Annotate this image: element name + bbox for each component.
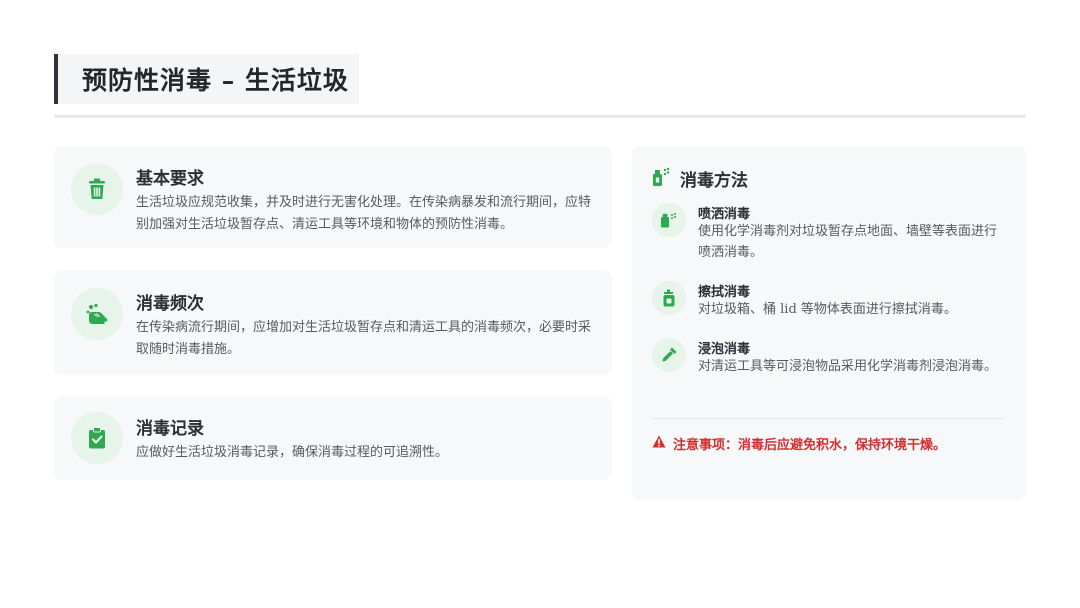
method-spray: 喷洒消毒 使用化学消毒剂对垃圾暂存点地面、墙壁等表面进行喷洒消毒。 — [652, 203, 1012, 263]
card-title: 消毒频次 — [136, 294, 204, 314]
warning-icon — [652, 435, 673, 452]
method-body: 对清运工具等可浸泡物品采用化学消毒剂浸泡消毒。 — [698, 359, 998, 374]
card-body: 生活垃圾应规范收集，并及时进行无害化处理。在传染病暴发和流行期间，应特别加强对生… — [136, 195, 592, 232]
card-body: 应做好生活垃圾消毒记录，确保消毒过程的可追溯性。 — [136, 445, 449, 460]
card-title: 基本要求 — [136, 169, 204, 189]
spray-can-icon — [652, 203, 686, 237]
method-title: 浸泡消毒 — [698, 342, 751, 357]
page-title: 预防性消毒 – 生活垃圾 — [82, 66, 349, 95]
method-body: 对垃圾箱、桶 lid 等物体表面进行擦拭消毒。 — [698, 302, 957, 317]
trash-icon — [71, 163, 123, 215]
method-title: 喷洒消毒 — [698, 207, 751, 222]
hands-wash-icon — [71, 288, 123, 340]
notice-text: 注意事项：消毒后应避免积水，保持环境干燥。 — [673, 438, 947, 453]
card-basic-requirements: 基本要求 生活垃圾应规范收集，并及时进行无害化处理。在传染病暴发和流行期间，应特… — [54, 146, 612, 248]
eyedropper-icon — [652, 338, 686, 372]
page-title-block: 预防性消毒 – 生活垃圾 — [54, 54, 359, 104]
method-soak: 浸泡消毒 对清运工具等可浸泡物品采用化学消毒剂浸泡消毒。 — [652, 338, 1012, 378]
method-wipe: 擦拭消毒 对垃圾箱、桶 lid 等物体表面进行擦拭消毒。 — [652, 281, 1012, 321]
notice: 注意事项：消毒后应避免积水，保持环境干燥。 — [652, 434, 946, 453]
methods-divider — [652, 418, 1004, 419]
pump-bottle-icon — [652, 281, 686, 315]
card-body: 在传染病流行期间，应增加对生活垃圾暂存点和清运工具的消毒频次，必要时采取随时消毒… — [136, 320, 592, 357]
methods-panel-title: 消毒方法 — [680, 171, 748, 191]
title-divider — [54, 115, 1026, 118]
title-background: 预防性消毒 – 生活垃圾 — [58, 54, 359, 104]
method-title: 擦拭消毒 — [698, 285, 751, 300]
card-disinfection-frequency: 消毒频次 在传染病流行期间，应增加对生活垃圾暂存点和清运工具的消毒频次，必要时采… — [54, 270, 612, 375]
method-body: 使用化学消毒剂对垃圾暂存点地面、墙壁等表面进行喷洒消毒。 — [698, 224, 998, 260]
clipboard-check-icon — [71, 412, 123, 464]
methods-panel: 消毒方法 喷洒消毒 使用化学消毒剂对垃圾暂存点地面、墙壁等表面进行喷洒消毒。 擦… — [632, 146, 1026, 500]
spray-bottle-icon — [651, 167, 671, 191]
methods-panel-header: 消毒方法 — [651, 166, 748, 191]
card-title: 消毒记录 — [136, 419, 204, 439]
card-disinfection-records: 消毒记录 应做好生活垃圾消毒记录，确保消毒过程的可追溯性。 — [54, 396, 612, 480]
